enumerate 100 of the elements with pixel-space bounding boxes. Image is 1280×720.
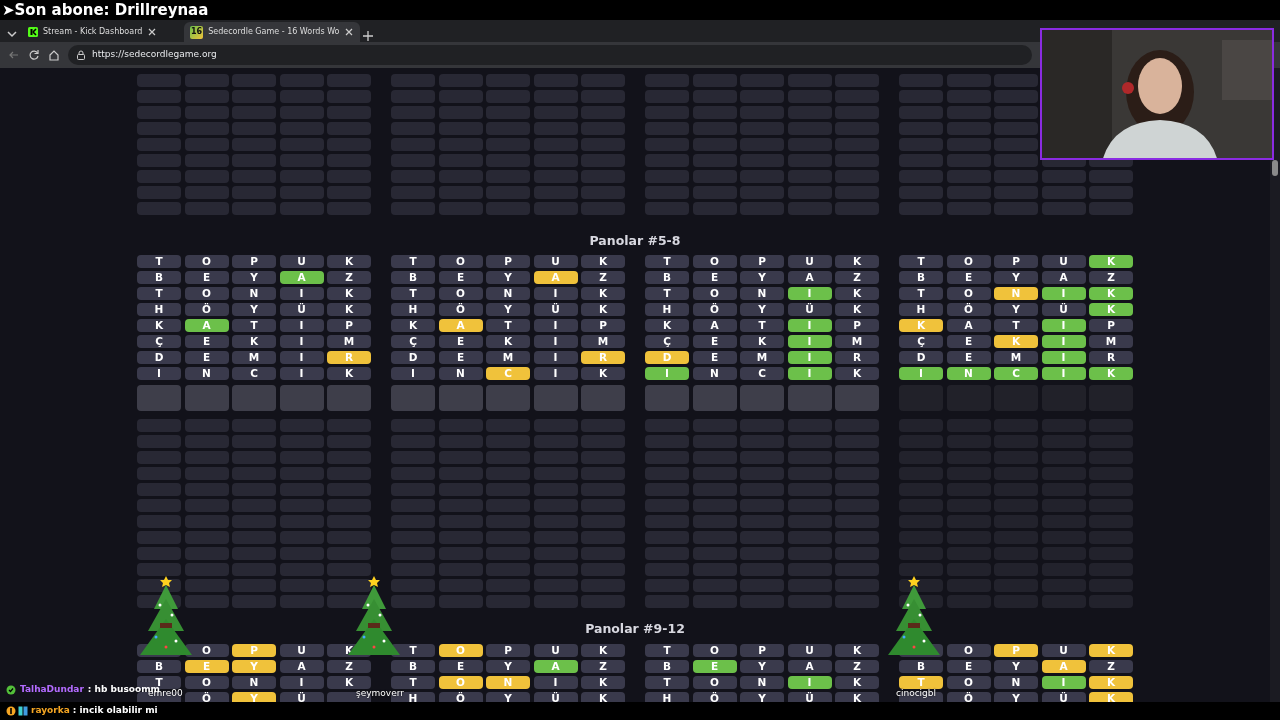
letter-tile: E — [184, 660, 229, 673]
chat-username: TalhaDundar — [20, 683, 84, 696]
letter-tile: E — [184, 271, 229, 284]
letter-tile: O — [692, 287, 737, 300]
chat-message: : incik olabilir mi — [72, 704, 158, 718]
letter-tile: P — [994, 255, 1038, 268]
letter-tile: P — [740, 255, 784, 268]
letter-tile: T — [899, 676, 943, 689]
letter-tile: K — [581, 644, 625, 657]
browser-tab[interactable]: Stream - Kick Dashboard — [22, 22, 182, 42]
letter-tile: B — [137, 660, 181, 673]
letter-tile: O — [438, 676, 483, 689]
letter-tile: C — [486, 367, 530, 380]
letter-tile: I — [1041, 351, 1086, 364]
letter-tile: Y — [486, 303, 530, 316]
letter-tile: Ö — [692, 303, 737, 316]
letter-tile: O — [692, 644, 737, 657]
letter-tile: M — [232, 351, 276, 364]
letter-tile: A — [787, 660, 832, 673]
letter-tile: K — [1089, 303, 1133, 316]
letter-tile: Ü — [279, 303, 324, 316]
letter-tile: O — [692, 255, 737, 268]
letter-tile: E — [692, 271, 737, 284]
letter-tile: A — [438, 319, 483, 332]
letter-tile: P — [232, 255, 276, 268]
letter-tile: I — [279, 335, 324, 348]
letter-tile: Z — [1089, 271, 1133, 284]
browser-tab[interactable]: 16 Sedecordle Game - 16 Words Wo — [184, 22, 361, 42]
letter-tile: N — [740, 287, 784, 300]
letter-tile: Y — [740, 303, 784, 316]
letter-tile: K — [1089, 255, 1133, 268]
letter-tile: Y — [994, 660, 1038, 673]
letter-tile: I — [1041, 287, 1086, 300]
letter-tile: K — [835, 367, 879, 380]
letter-tile: P — [994, 644, 1038, 657]
letter-tile: O — [184, 676, 229, 689]
letter-tile: I — [787, 676, 832, 689]
letter-tile: B — [899, 660, 943, 673]
letter-tile: T — [740, 319, 784, 332]
address-bar[interactable]: https://sedecordlegame.org — [68, 45, 1032, 65]
letter-tile: H — [645, 303, 689, 316]
letter-tile: K — [581, 287, 625, 300]
letter-tile: T — [645, 287, 689, 300]
letter-tile: Z — [581, 271, 625, 284]
letter-tile: I — [279, 676, 324, 689]
letter-tile: U — [787, 255, 832, 268]
letter-tile: Z — [327, 271, 371, 284]
letter-tile: D — [645, 351, 689, 364]
letter-tile: I — [279, 319, 324, 332]
letter-tile: K — [581, 676, 625, 689]
letter-tile: K — [327, 367, 371, 380]
letter-tile: I — [391, 367, 435, 380]
letter-tile: K — [835, 255, 879, 268]
tab-title: Stream - Kick Dashboard — [43, 26, 143, 38]
letter-tile: Ö — [946, 303, 991, 316]
letter-tile: M — [1089, 335, 1133, 348]
viewer-name: cinocigbl — [896, 687, 937, 700]
letter-tile: O — [184, 287, 229, 300]
letter-tile: U — [787, 644, 832, 657]
letter-tile: K — [835, 676, 879, 689]
letter-tile: N — [740, 676, 784, 689]
letter-tile: Ü — [787, 303, 832, 316]
letter-tile: N — [692, 367, 737, 380]
letter-tile: P — [1089, 319, 1133, 332]
letter-tile: I — [533, 335, 578, 348]
letter-tile: E — [438, 335, 483, 348]
letter-tile: I — [533, 287, 578, 300]
letter-tile: Z — [835, 660, 879, 673]
letter-tile: K — [1089, 676, 1133, 689]
letter-tile: K — [835, 644, 879, 657]
letter-tile: D — [391, 351, 435, 364]
letter-tile: K — [645, 319, 689, 332]
letter-tile: E — [438, 351, 483, 364]
letter-tile: Y — [232, 303, 276, 316]
letter-tile: U — [1041, 644, 1086, 657]
letter-tile: K — [327, 303, 371, 316]
letter-tile: I — [1041, 335, 1086, 348]
letter-tile: K — [581, 367, 625, 380]
letter-tile: T — [645, 255, 689, 268]
letter-tile: K — [137, 319, 181, 332]
letter-tile: O — [946, 255, 991, 268]
letter-tile: A — [533, 271, 578, 284]
letter-tile: C — [994, 367, 1038, 380]
letter-tile: P — [740, 644, 784, 657]
letter-tile: A — [946, 319, 991, 332]
letter-tile: K — [1089, 367, 1133, 380]
letter-tile: K — [486, 335, 530, 348]
letter-tile: K — [1089, 644, 1133, 657]
letter-tile: U — [533, 255, 578, 268]
letter-tile: R — [327, 351, 371, 364]
letter-tile: T — [391, 255, 435, 268]
letter-tile: Z — [1089, 660, 1133, 673]
letter-tile: Y — [994, 271, 1038, 284]
letter-tile: E — [184, 335, 229, 348]
letter-tile: Y — [232, 271, 276, 284]
letter-tile: I — [1041, 319, 1086, 332]
letter-tile: H — [899, 303, 943, 316]
letter-tile: O — [946, 287, 991, 300]
letter-tile: O — [438, 287, 483, 300]
letter-tile: K — [232, 335, 276, 348]
